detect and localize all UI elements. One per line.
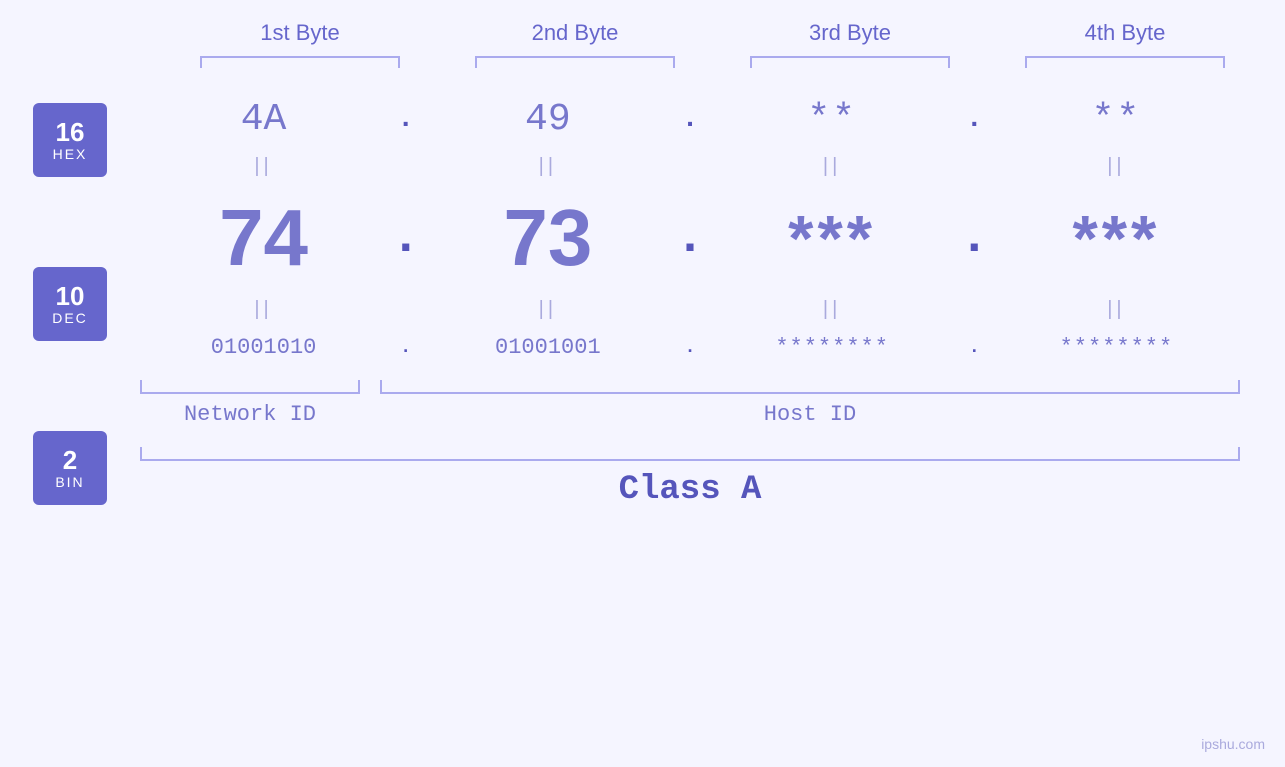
hex-dot-3: . [959,104,989,135]
bin-dot-3: . [959,338,989,358]
network-bracket [140,380,360,394]
bin-cell-2: 01001001 [428,335,668,360]
hex-badge-num: 16 [56,118,85,147]
dec-val-4: *** [1072,201,1160,276]
dec-cell-1: 74 [144,192,384,284]
dec-cell-4: *** [996,201,1236,276]
class-bracket-row [140,447,1240,461]
bin-badge-label: BIN [55,474,84,490]
hex-cell-3: ** [712,98,952,141]
eq-2-4: || [996,298,1236,321]
eq-1-2: || [428,155,668,178]
byte-4-header: 4th Byte [1005,20,1245,46]
dec-cell-2: 73 [428,192,668,284]
dec-dot-1: . [391,210,421,267]
bin-dot-2: . [675,338,705,358]
bin-badge: 2 BIN [33,431,107,505]
hex-badge: 16 HEX [33,103,107,177]
eq-2-1: || [144,298,384,321]
hex-val-3: ** [807,98,857,141]
dec-val-2: 73 [503,192,592,284]
bracket-1 [200,56,400,68]
equals-row-1: || || || || [140,151,1240,182]
hex-badge-label: HEX [53,146,88,162]
dec-row: 74 . 73 . *** . *** [140,182,1240,294]
hex-cell-2: 49 [428,98,668,141]
main-container: 1st Byte 2nd Byte 3rd Byte 4th Byte 16 H… [0,0,1285,767]
id-labels-row: Network ID Host ID [140,402,1240,427]
dec-badge: 10 DEC [33,267,107,341]
hex-val-1: 4A [241,98,287,141]
dec-badge-num: 10 [56,282,85,311]
equals-row-2: || || || || [140,294,1240,325]
host-id-label: Host ID [380,402,1240,427]
bin-cell-4: ******** [996,335,1236,360]
network-id-label: Network ID [140,402,360,427]
bracket-2 [475,56,675,68]
byte-3-header: 3rd Byte [730,20,970,46]
eq-2-2: || [428,298,668,321]
bin-badge-num: 2 [63,446,77,475]
eq-2-3: || [712,298,952,321]
dec-cell-3: *** [712,201,952,276]
watermark: ipshu.com [1201,736,1265,752]
bottom-brackets-row [140,380,1240,394]
class-label-row: Class A [140,471,1240,509]
host-bracket [380,380,1240,394]
badges-column: 16 HEX 10 DEC 2 BIN [0,88,140,509]
dec-badge-label: DEC [52,310,88,326]
dec-val-1: 74 [219,192,308,284]
bracket-3 [750,56,950,68]
bin-dot-1: . [391,338,421,358]
hex-val-2: 49 [525,98,571,141]
data-area: 4A . 49 . ** . ** || || [140,88,1285,509]
bin-val-1: 01001010 [211,335,317,360]
bracket-4 [1025,56,1225,68]
eq-1-1: || [144,155,384,178]
eq-1-4: || [996,155,1236,178]
top-brackets [163,56,1263,68]
bin-cell-1: 01001010 [144,335,384,360]
bin-val-3: ******** [775,335,889,360]
rows-area: 16 HEX 10 DEC 2 BIN 4A . 49 [0,88,1285,509]
dec-val-3: *** [788,201,876,276]
hex-dot-2: . [675,104,705,135]
hex-cell-4: ** [996,98,1236,141]
eq-1-3: || [712,155,952,178]
byte-1-header: 1st Byte [180,20,420,46]
hex-val-4: ** [1092,98,1142,141]
hex-dot-1: . [391,104,421,135]
bin-val-2: 01001001 [495,335,601,360]
byte-2-header: 2nd Byte [455,20,695,46]
hex-row: 4A . 49 . ** . ** [140,88,1240,151]
hex-cell-1: 4A [144,98,384,141]
class-label: Class A [619,471,762,509]
dec-dot-2: . [675,210,705,267]
dec-dot-3: . [959,210,989,267]
bin-val-4: ******** [1060,335,1174,360]
bin-cell-3: ******** [712,335,952,360]
byte-headers-row: 1st Byte 2nd Byte 3rd Byte 4th Byte [163,20,1263,46]
class-bracket [140,447,1240,461]
bin-row: 01001010 . 01001001 . ******** . *******… [140,325,1240,370]
